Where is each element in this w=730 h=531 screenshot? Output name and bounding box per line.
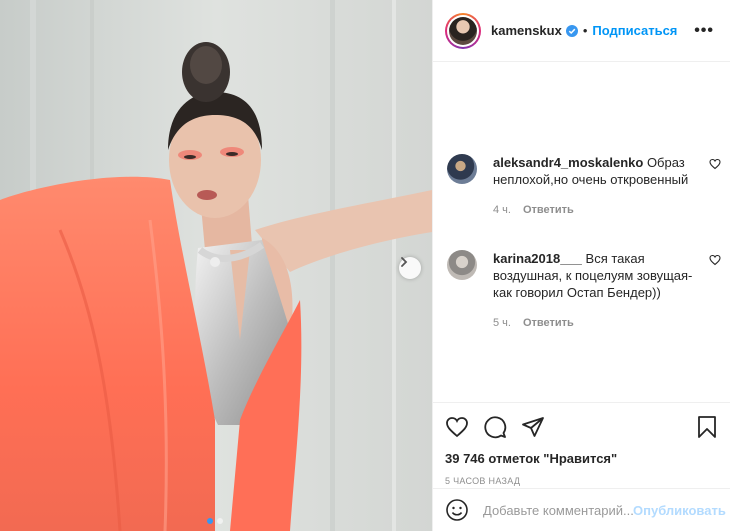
comments-list[interactable]: aleksandr4_moskalenko Образ неплохой,но … <box>433 62 730 402</box>
comment-item: aleksandr4_moskalenko Образ неплохой,но … <box>447 154 727 219</box>
post-header: kamenskux • Подписаться ••• <box>433 0 730 62</box>
carousel-dot <box>217 518 223 524</box>
carousel-dot-active <box>207 518 213 524</box>
post-actions: 39 746 отметок "Нравится" 5 часов назад <box>433 402 730 486</box>
add-comment-bar: Опубликовать <box>433 488 730 531</box>
author-avatar[interactable] <box>445 12 481 49</box>
comment-item: karina2018___ Вся такая воздушная, к поц… <box>447 250 727 332</box>
likes-count[interactable]: 39 746 отметок "Нравится" <box>445 451 719 466</box>
author-username[interactable]: kamenskux <box>491 23 562 38</box>
publish-button[interactable]: Опубликовать <box>633 503 726 518</box>
comment-time[interactable]: 5 ч. <box>493 315 511 332</box>
comment-input[interactable] <box>483 502 633 518</box>
commenter-avatar[interactable] <box>447 154 477 184</box>
reply-button[interactable]: Ответить <box>523 202 574 219</box>
heart-icon[interactable] <box>709 158 721 170</box>
follow-button[interactable]: Подписаться <box>592 23 677 38</box>
commenter-avatar[interactable] <box>447 250 477 280</box>
carousel-indicator <box>207 518 223 524</box>
more-options-button[interactable]: ••• <box>694 22 714 40</box>
post-panel: kamenskux • Подписаться ••• aleksandr4_m… <box>432 0 730 531</box>
photo-illustration <box>0 0 432 531</box>
comment-time[interactable]: 4 ч. <box>493 202 511 219</box>
emoji-icon[interactable] <box>445 498 469 522</box>
bookmark-icon[interactable] <box>695 415 719 439</box>
heart-icon[interactable] <box>709 254 721 266</box>
comment-username[interactable]: aleksandr4_moskalenko <box>493 155 643 170</box>
carousel-next-button[interactable] <box>399 257 421 279</box>
share-icon[interactable] <box>521 415 545 439</box>
like-heart-icon[interactable] <box>445 415 469 439</box>
comment-username[interactable]: karina2018___ <box>493 251 582 266</box>
post-photo[interactable] <box>0 0 432 531</box>
comment-icon[interactable] <box>483 415 507 439</box>
post-timestamp[interactable]: 5 часов назад <box>445 476 719 486</box>
header-separator: • <box>582 23 588 38</box>
reply-button[interactable]: Ответить <box>523 315 574 332</box>
verified-icon <box>565 24 578 37</box>
